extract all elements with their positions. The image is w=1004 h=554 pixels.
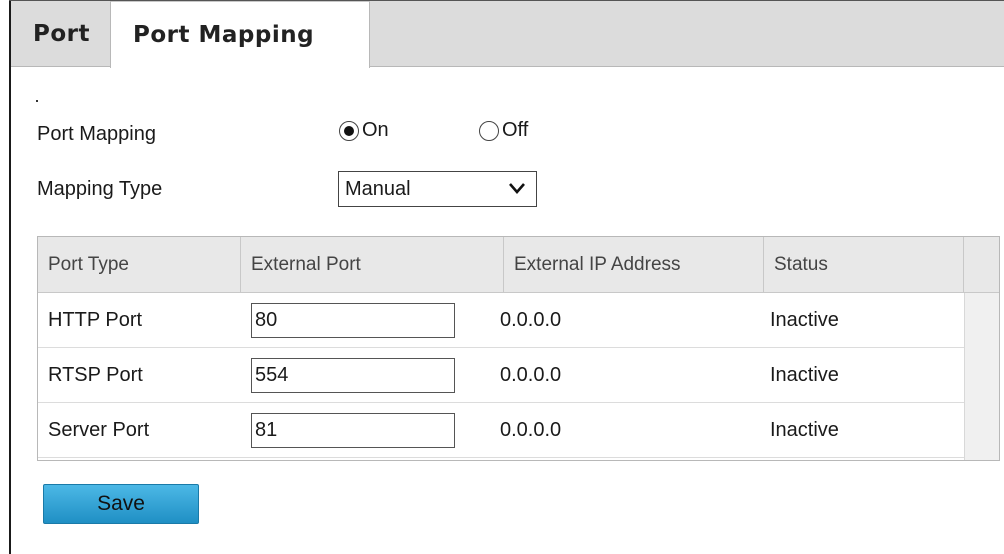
port-type-cell: Server Port: [48, 419, 150, 441]
external-ip-cell: 0.0.0.0: [500, 419, 562, 441]
port-type-cell: HTTP Port: [48, 309, 143, 331]
radio-icon: [339, 120, 359, 141]
port-type-cell: RTSP Port: [48, 364, 143, 386]
radio-off-label: Off: [502, 119, 529, 141]
external-port-input[interactable]: [251, 358, 455, 393]
column-header-port-type: Port Type: [38, 237, 241, 293]
port-mapping-on-radio[interactable]: On: [339, 119, 389, 142]
column-header-external-ip: External IP Address: [504, 237, 764, 293]
chevron-down-icon: [509, 183, 525, 194]
external-ip-cell: 0.0.0.0: [500, 364, 562, 386]
external-ip-cell: 0.0.0.0: [500, 309, 562, 331]
tab-strip: Port Port Mapping: [11, 1, 1004, 68]
table-scrollbar[interactable]: [964, 293, 999, 460]
status-cell: Inactive: [770, 419, 839, 441]
external-port-input[interactable]: [251, 413, 455, 448]
table-row: HTTP Port 0.0.0.0 Inactive: [38, 293, 964, 348]
table-header: Port Type External Port External IP Addr…: [38, 237, 999, 293]
tab-port-mapping[interactable]: Port Mapping: [110, 1, 370, 68]
port-mapping-label: Port Mapping: [37, 123, 156, 145]
column-header-status: Status: [764, 237, 964, 293]
mapping-type-select[interactable]: Manual: [338, 171, 537, 207]
mapping-type-value: Manual: [345, 177, 411, 200]
column-header-external-port: External Port: [241, 237, 504, 293]
frame-left-border: [9, 0, 11, 554]
tab-port[interactable]: Port: [11, 1, 110, 67]
port-mapping-off-radio[interactable]: Off: [479, 119, 528, 142]
table-row: Server Port 0.0.0.0 Inactive: [38, 403, 964, 458]
save-button[interactable]: Save: [43, 484, 199, 524]
radio-icon: [479, 120, 499, 141]
status-cell: Inactive: [770, 364, 839, 386]
radio-selected-dot: [344, 125, 354, 136]
radio-on-label: On: [362, 119, 389, 141]
column-header-spacer: [964, 237, 999, 293]
stray-dot: [36, 100, 38, 102]
port-mapping-page: Port Port Mapping Port Mapping On Off Ma…: [0, 0, 1004, 554]
port-mapping-table: Port Type External Port External IP Addr…: [37, 236, 1000, 461]
status-cell: Inactive: [770, 309, 839, 331]
external-port-input[interactable]: [251, 303, 455, 338]
mapping-type-label: Mapping Type: [37, 178, 163, 200]
table-row: RTSP Port 0.0.0.0 Inactive: [38, 348, 964, 403]
